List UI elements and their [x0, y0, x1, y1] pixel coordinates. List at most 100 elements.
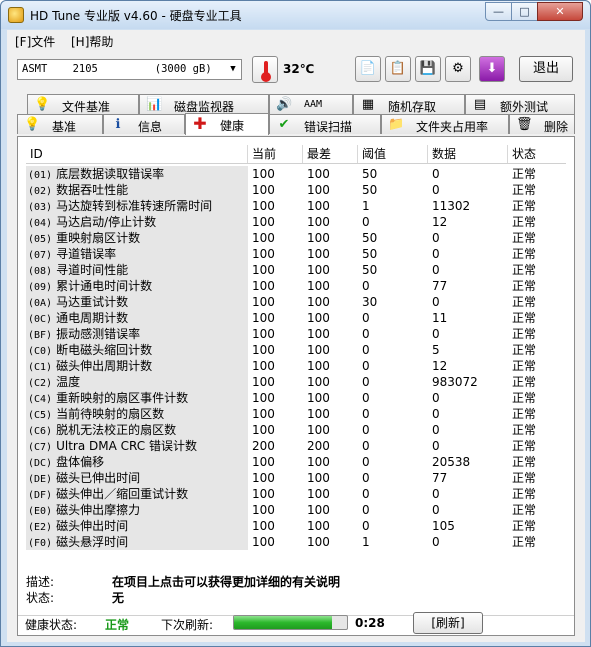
threshold-cell: 0: [362, 391, 370, 405]
table-row[interactable]: (C5) 当前待映射的扇区数 100 100 0 0 正常: [26, 406, 566, 422]
extra-test-icon: ▤: [473, 97, 487, 112]
threshold-cell: 0: [362, 455, 370, 469]
smart-table[interactable]: ID 当前 最差 阈值 数据 状态 (01) 底层数据读取错误率 100 100 50 0…: [26, 145, 566, 560]
menu-help[interactable]: [H]帮助: [71, 33, 113, 50]
attribute-name: 重新映射的扇区事件计数: [56, 391, 189, 405]
minimize-button[interactable]: —: [485, 2, 512, 21]
tab-erase[interactable]: 🗑 删除: [509, 114, 575, 134]
tab-aam[interactable]: 🔊 AAM: [269, 94, 353, 114]
worst-cell: 100: [307, 167, 330, 181]
attribute-id-cell: (C5) 当前待映射的扇区数: [26, 406, 248, 422]
attribute-code: (05): [28, 234, 53, 245]
status-cell: 正常: [512, 535, 537, 549]
attribute-code: (08): [28, 266, 53, 277]
attribute-id-cell: (F0) 磁头悬浮时间: [26, 534, 248, 550]
tab-benchmark[interactable]: 💡 基准: [17, 114, 103, 134]
attribute-code: (E0): [28, 506, 53, 517]
chevron-down-icon[interactable]: ▼: [225, 60, 241, 79]
data-cell: 77: [432, 471, 448, 485]
tab-folder-usage[interactable]: 📁 文件夹占用率: [381, 114, 509, 134]
table-row[interactable]: (C4) 重新映射的扇区事件计数 100 100 0 0 正常: [26, 390, 566, 406]
table-row[interactable]: (08) 寻道时间性能 100 100 50 0 正常: [26, 262, 566, 278]
attribute-name: 寻道错误率: [56, 247, 117, 261]
status-cell: 正常: [512, 263, 537, 277]
threshold-cell: 0: [362, 423, 370, 437]
column-header-worst[interactable]: 最差: [303, 145, 358, 163]
current-cell: 100: [252, 471, 275, 485]
table-row[interactable]: (C2) 温度 100 100 0 983072 正常: [26, 374, 566, 390]
lightbulb-icon: 💡: [24, 117, 41, 132]
column-header-status[interactable]: 状态: [508, 145, 566, 163]
table-row[interactable]: (05) 重映射扇区计数 100 100 50 0 正常: [26, 230, 566, 246]
title-bar[interactable]: HD Tune 专业版 v4.60 - 硬盘专业工具 — □ ✕: [1, 1, 590, 29]
threshold-cell: 0: [362, 503, 370, 517]
download-arrow-icon[interactable]: ⬇: [479, 56, 505, 82]
current-cell: 100: [252, 231, 275, 245]
attribute-id-cell: (0A) 马达重试计数: [26, 294, 248, 310]
attribute-id-cell: (09) 累计通电时间计数: [26, 278, 248, 294]
attribute-name: Ultra DMA CRC 错误计数: [56, 439, 197, 453]
attribute-name: 通电周期计数: [56, 311, 129, 325]
table-row[interactable]: (03) 马达旋转到标准转速所需时间 100 100 1 11302 正常: [26, 198, 566, 214]
attribute-id-cell: (04) 马达启动/停止计数: [26, 214, 248, 230]
attribute-code: (BF): [28, 330, 53, 341]
table-row[interactable]: (01) 底层数据读取错误率 100 100 50 0 正常: [26, 166, 566, 182]
attribute-code: (01): [28, 170, 53, 181]
current-cell: 100: [252, 167, 275, 181]
table-row[interactable]: (C1) 磁头伸出周期计数 100 100 0 12 正常: [26, 358, 566, 374]
table-row[interactable]: (BF) 振动感测错误率 100 100 0 0 正常: [26, 326, 566, 342]
tab-health[interactable]: ✚ 健康: [185, 113, 269, 135]
worst-cell: 100: [307, 279, 330, 293]
maximize-button[interactable]: □: [511, 2, 538, 21]
tab-extra-tests[interactable]: ▤ 额外测试: [465, 94, 575, 114]
tab-info[interactable]: ℹ 信息: [103, 114, 185, 134]
attribute-id-cell: (C7) Ultra DMA CRC 错误计数: [26, 438, 248, 454]
current-cell: 100: [252, 343, 275, 357]
tab-error-scan[interactable]: ✔ 错误扫描: [269, 114, 381, 134]
attribute-name: 振动感测错误率: [56, 327, 141, 341]
copy-screenshot-icon[interactable]: 📋: [385, 56, 411, 82]
state-value: 无: [112, 591, 125, 605]
table-row[interactable]: (0C) 通电周期计数 100 100 0 11 正常: [26, 310, 566, 326]
table-row[interactable]: (C0) 断电磁头缩回计数 100 100 0 5 正常: [26, 342, 566, 358]
status-cell: 正常: [512, 439, 537, 453]
attribute-name: 马达旋转到标准转速所需时间: [56, 199, 213, 213]
attribute-id-cell: (DC) 盘体偏移: [26, 454, 248, 470]
tab-disk-monitor[interactable]: 📊 磁盘监视器: [139, 94, 269, 114]
table-row[interactable]: (E0) 磁头伸出摩擦力 100 100 0 0 正常: [26, 502, 566, 518]
table-row[interactable]: (DC) 盘体偏移 100 100 0 20538 正常: [26, 454, 566, 470]
threshold-cell: 0: [362, 327, 370, 341]
menu-file[interactable]: [F]文件: [15, 33, 55, 50]
table-row[interactable]: (04) 马达启动/停止计数 100 100 0 12 正常: [26, 214, 566, 230]
table-row[interactable]: (E2) 磁头伸出时间 100 100 0 105 正常: [26, 518, 566, 534]
worst-cell: 100: [307, 199, 330, 213]
table-row[interactable]: (C6) 脱机无法校正的扇区数 100 100 0 0 正常: [26, 422, 566, 438]
worst-cell: 100: [307, 503, 330, 517]
table-row[interactable]: (0A) 马达重试计数 100 100 30 0 正常: [26, 294, 566, 310]
table-row[interactable]: (DF) 磁头伸出／缩回重试计数 100 100 0 0 正常: [26, 486, 566, 502]
exit-button[interactable]: 退出: [519, 56, 573, 82]
data-cell: 0: [432, 263, 440, 277]
table-row[interactable]: (02) 数据吞吐性能 100 100 50 0 正常: [26, 182, 566, 198]
column-header-data[interactable]: 数据: [428, 145, 508, 163]
refresh-progress-fill: [234, 616, 333, 629]
tab-file-benchmark[interactable]: 💡 文件基准: [27, 94, 139, 114]
table-row[interactable]: (F0) 磁头悬浮时间 100 100 1 0 正常: [26, 534, 566, 550]
attribute-id-cell: (C6) 脱机无法校正的扇区数: [26, 422, 248, 438]
copy-text-icon[interactable]: 📄: [355, 56, 381, 82]
close-button[interactable]: ✕: [537, 2, 583, 21]
drive-select[interactable]: ASMT 2105 (3000 gB) ▼: [17, 59, 242, 80]
column-header-current[interactable]: 当前: [248, 145, 303, 163]
save-icon[interactable]: 💾: [415, 56, 441, 82]
health-status-value: 正常: [105, 618, 130, 632]
table-row[interactable]: (C7) Ultra DMA CRC 错误计数 200 200 0 0 正常: [26, 438, 566, 454]
refresh-button[interactable]: [刷新]: [413, 612, 483, 634]
column-header-threshold[interactable]: 阈值: [358, 145, 428, 163]
column-header-id[interactable]: ID: [26, 145, 248, 163]
table-row[interactable]: (DE) 磁头已伸出时间 100 100 0 77 正常: [26, 470, 566, 486]
tab-random-access[interactable]: ▦ 随机存取: [353, 94, 465, 114]
hdtune-app-icon: [8, 7, 24, 23]
table-row[interactable]: (07) 寻道错误率 100 100 50 0 正常: [26, 246, 566, 262]
options-icon[interactable]: ⚙: [445, 56, 471, 82]
table-row[interactable]: (09) 累计通电时间计数 100 100 0 77 正常: [26, 278, 566, 294]
